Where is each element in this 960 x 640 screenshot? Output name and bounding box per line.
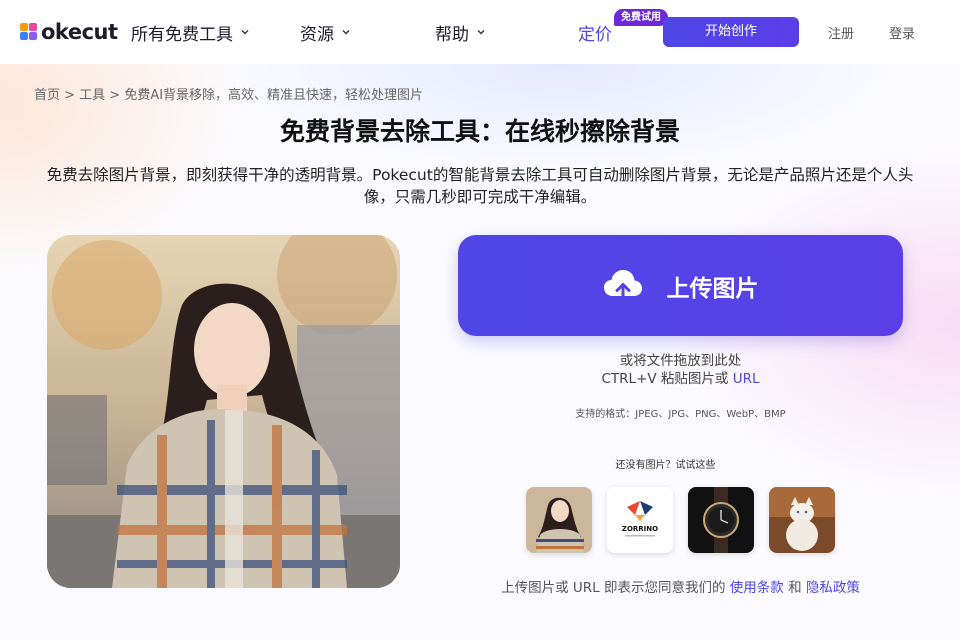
register-link[interactable]: 注册	[828, 23, 854, 42]
chevron-down-icon	[342, 30, 350, 35]
nav-resources-label: 资源	[300, 24, 334, 45]
page-title: 免费背景去除工具：在线秒擦除背景	[279, 117, 680, 146]
sample-cat[interactable]	[769, 487, 835, 553]
nav-pricing[interactable]: 定价	[578, 20, 612, 45]
cloud-upload-icon	[603, 269, 642, 302]
login-link[interactable]: 登录	[889, 23, 915, 42]
supported-formats: 支持的格式：JPEG、JPG、PNG、WebP、BMP	[575, 409, 786, 420]
terms-of-use-link[interactable]: 使用条款	[730, 580, 784, 596]
privacy-policy-link[interactable]: 隐私政策	[806, 580, 860, 596]
sample-logo-caption: ZORRINO	[622, 525, 658, 533]
top-nav: okecut 所有免费工具 资源 帮助 定价 免费试用 开始创作 注册 登录	[0, 0, 960, 64]
example-photo	[47, 235, 400, 588]
hero-section: 首页 > 工具 > 免费AI背景移除，高效、精准且快速，轻松处理图片 免费背景去…	[0, 64, 960, 640]
nav-help-label: 帮助	[435, 24, 469, 45]
nav-help[interactable]: 帮助	[435, 19, 485, 45]
paste-url-link[interactable]: URL	[733, 371, 760, 387]
upload-image-button[interactable]: 上传图片	[458, 235, 903, 336]
free-trial-badge: 免费试用	[614, 9, 668, 26]
terms-notice: 上传图片或 URL 即表示您同意我们的 使用条款 和 隐私政策	[458, 576, 903, 596]
logo-icon	[18, 21, 40, 43]
sample-watch[interactable]	[688, 487, 754, 553]
try-samples-label: 还没有图片？试试这些	[615, 460, 716, 471]
sample-logo[interactable]: ZORRINO	[607, 487, 673, 553]
nav-resources[interactable]: 资源	[300, 19, 350, 45]
upload-label: 上传图片	[666, 275, 759, 302]
sample-portrait[interactable]	[526, 487, 592, 553]
terms-prefix: 上传图片或 URL 即表示您同意我们的	[501, 580, 730, 596]
paste-hint-text: CTRL+V 粘贴图片或	[601, 371, 733, 387]
start-creating-button[interactable]: 开始创作	[663, 17, 799, 47]
paste-hint: CTRL+V 粘贴图片或 URL	[458, 370, 903, 388]
drop-hint: 或将文件拖放到此处	[619, 353, 742, 369]
nav-all-tools[interactable]: 所有免费工具	[131, 19, 249, 45]
breadcrumb: 首页 > 工具 > 免费AI背景移除，高效、精准且快速，轻松处理图片	[34, 88, 424, 103]
nav-all-tools-label: 所有免费工具	[131, 24, 233, 45]
page-subtitle: 免费去除图片背景，即刻获得干净的透明背景。Pokecut的智能背景去除工具可自动…	[46, 166, 914, 206]
chevron-down-icon	[241, 30, 249, 35]
chevron-down-icon	[477, 30, 485, 35]
terms-and: 和	[783, 580, 806, 596]
logo-text: okecut	[41, 20, 118, 44]
logo[interactable]: okecut	[18, 18, 118, 46]
